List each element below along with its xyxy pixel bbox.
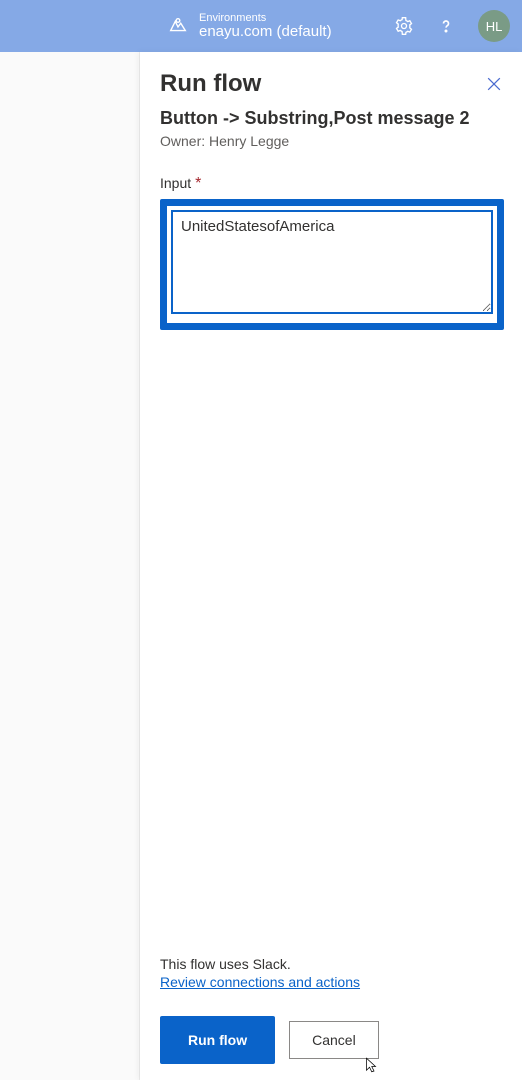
environment-label: Environments <box>199 12 332 24</box>
background-left <box>0 52 140 1080</box>
app-header: Environments enayu.com (default) HL <box>0 0 522 52</box>
required-indicator: * <box>195 175 201 192</box>
input-label: Input <box>160 175 191 191</box>
panel-title: Run flow <box>160 70 261 98</box>
run-flow-button[interactable]: Run flow <box>166 1022 269 1058</box>
gear-icon[interactable] <box>394 16 414 36</box>
input-label-row: Input* <box>160 175 504 193</box>
review-connections-link[interactable]: Review connections and actions <box>160 974 360 990</box>
panel-footer: This flow uses Slack. Review connections… <box>160 956 504 1064</box>
help-icon[interactable] <box>436 16 456 36</box>
footer-note: This flow uses Slack. <box>160 956 504 972</box>
avatar[interactable]: HL <box>478 10 510 42</box>
input-highlight <box>160 199 504 330</box>
panel-spacer <box>160 330 504 956</box>
environment-name: enayu.com (default) <box>199 24 332 41</box>
run-flow-panel: Run flow Button -> Substring,Post messag… <box>140 52 522 1080</box>
environment-text: Environments enayu.com (default) <box>199 12 332 41</box>
content-area: Run flow Button -> Substring,Post messag… <box>0 52 522 1080</box>
input-field-group: Input* <box>160 175 504 330</box>
run-button-highlight: Run flow <box>160 1016 275 1064</box>
input-textarea[interactable] <box>171 210 493 314</box>
close-icon[interactable] <box>484 74 504 94</box>
cancel-button[interactable]: Cancel <box>289 1021 379 1059</box>
environment-icon <box>167 15 189 37</box>
flow-name: Button -> Substring,Post message 2 <box>160 108 504 129</box>
header-actions: HL <box>394 10 510 42</box>
button-row: Run flow Cancel <box>160 1016 504 1064</box>
environment-selector[interactable]: Environments enayu.com (default) <box>167 12 332 41</box>
flow-owner: Owner: Henry Legge <box>160 133 504 149</box>
